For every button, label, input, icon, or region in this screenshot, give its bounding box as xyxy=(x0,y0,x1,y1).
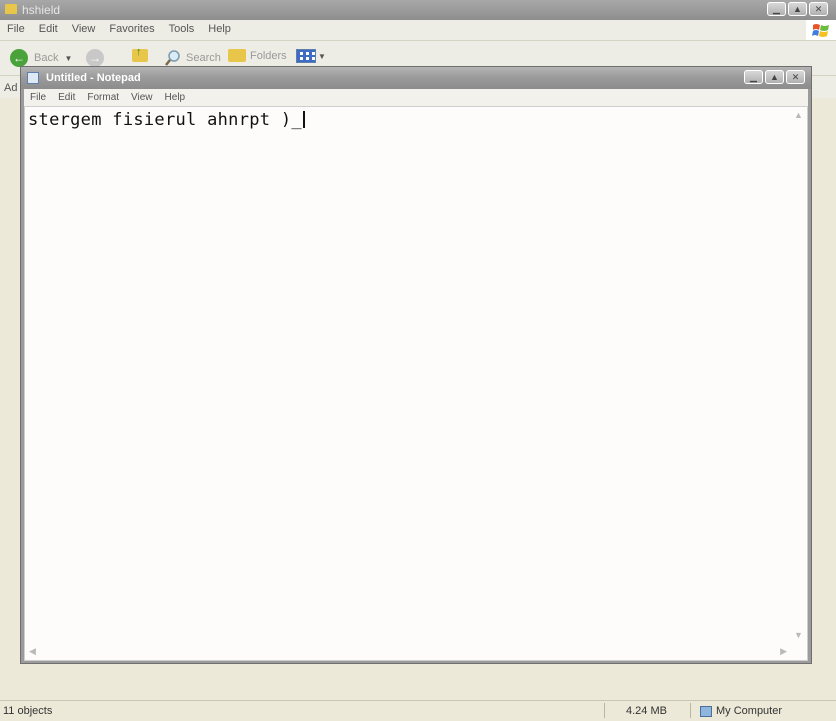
search-icon xyxy=(165,50,180,66)
notepad-menu-format[interactable]: Format xyxy=(81,92,125,103)
notepad-text: stergem fisierul ahnrpt )_ xyxy=(28,110,305,130)
up-folder-icon: ↑ xyxy=(132,46,148,62)
notepad-window: Untitled - Notepad ▁ ▲ ✕ File Edit Forma… xyxy=(20,66,812,664)
status-location-label: My Computer xyxy=(716,705,783,717)
notepad-minimize-button[interactable]: ▁ xyxy=(744,70,763,84)
back-button[interactable]: ← Back ▼ xyxy=(10,49,72,67)
folders-button[interactable]: Folders xyxy=(228,49,287,62)
scroll-down-icon[interactable]: ▼ xyxy=(794,630,803,640)
text-caret xyxy=(302,111,305,128)
notepad-close-button[interactable]: ✕ xyxy=(786,70,805,84)
menu-file[interactable]: File xyxy=(0,23,32,35)
minimize-button[interactable]: ▁ xyxy=(767,2,786,16)
horizontal-scrollbar[interactable]: ◀ ▶ xyxy=(25,643,791,660)
up-folder-button[interactable]: ↑ xyxy=(132,46,148,62)
maximize-button[interactable]: ▲ xyxy=(788,2,807,16)
notepad-maximize-button[interactable]: ▲ xyxy=(765,70,784,84)
notepad-menu-file[interactable]: File xyxy=(24,92,52,103)
notepad-icon xyxy=(27,72,39,84)
notepad-text-area[interactable]: stergem fisierul ahnrpt )_ ▲ ▼ ◀ ▶ xyxy=(24,106,808,661)
explorer-title: hshield xyxy=(22,3,61,17)
notepad-menu-edit[interactable]: Edit xyxy=(52,92,81,103)
back-arrow-icon: ← xyxy=(10,49,28,67)
vertical-scrollbar[interactable]: ▲ ▼ xyxy=(790,107,807,643)
my-computer-icon xyxy=(700,705,712,717)
close-button[interactable]: ✕ xyxy=(809,2,828,16)
scroll-up-icon[interactable]: ▲ xyxy=(794,110,803,120)
search-label: Search xyxy=(186,52,221,64)
address-label: Ad xyxy=(4,82,18,94)
search-button[interactable]: Search xyxy=(164,49,221,67)
forward-button[interactable]: → xyxy=(86,49,104,67)
menu-tools[interactable]: Tools xyxy=(162,23,202,35)
status-size: 4.24 MB xyxy=(626,705,667,717)
folders-label: Folders xyxy=(250,49,287,62)
notepad-menu-view[interactable]: View xyxy=(125,92,159,103)
scroll-left-icon[interactable]: ◀ xyxy=(29,646,36,657)
menu-help[interactable]: Help xyxy=(201,23,238,35)
notepad-menu-help[interactable]: Help xyxy=(159,92,192,103)
status-bar: 11 objects 4.24 MB My Computer xyxy=(0,700,836,721)
menu-edit[interactable]: Edit xyxy=(32,23,65,35)
back-label: Back xyxy=(34,52,59,64)
notepad-text-content: stergem fisierul ahnrpt )_ xyxy=(28,110,302,130)
back-dropdown-icon[interactable]: ▼ xyxy=(64,54,72,63)
menu-view[interactable]: View xyxy=(65,23,103,35)
status-object-count: 11 objects xyxy=(3,705,53,717)
scroll-right-icon[interactable]: ▶ xyxy=(780,646,787,657)
folder-icon xyxy=(5,4,17,14)
views-dropdown-icon: ▼ xyxy=(318,51,326,61)
notepad-menubar: File Edit Format View Help xyxy=(24,89,808,106)
views-button[interactable]: ▼ xyxy=(296,49,326,63)
notepad-title: Untitled - Notepad xyxy=(46,72,141,84)
notepad-titlebar[interactable]: Untitled - Notepad ▁ ▲ ✕ xyxy=(21,67,811,89)
views-grid-icon xyxy=(296,49,316,63)
forward-arrow-icon: → xyxy=(86,49,104,67)
folders-icon xyxy=(228,49,246,62)
windows-flag-icon xyxy=(806,20,836,40)
explorer-titlebar[interactable]: hshield ▁ ▲ ✕ xyxy=(0,0,836,20)
explorer-menubar: File Edit View Favorites Tools Help xyxy=(0,20,836,41)
status-location: My Computer xyxy=(700,705,782,717)
menu-favorites[interactable]: Favorites xyxy=(102,23,161,35)
